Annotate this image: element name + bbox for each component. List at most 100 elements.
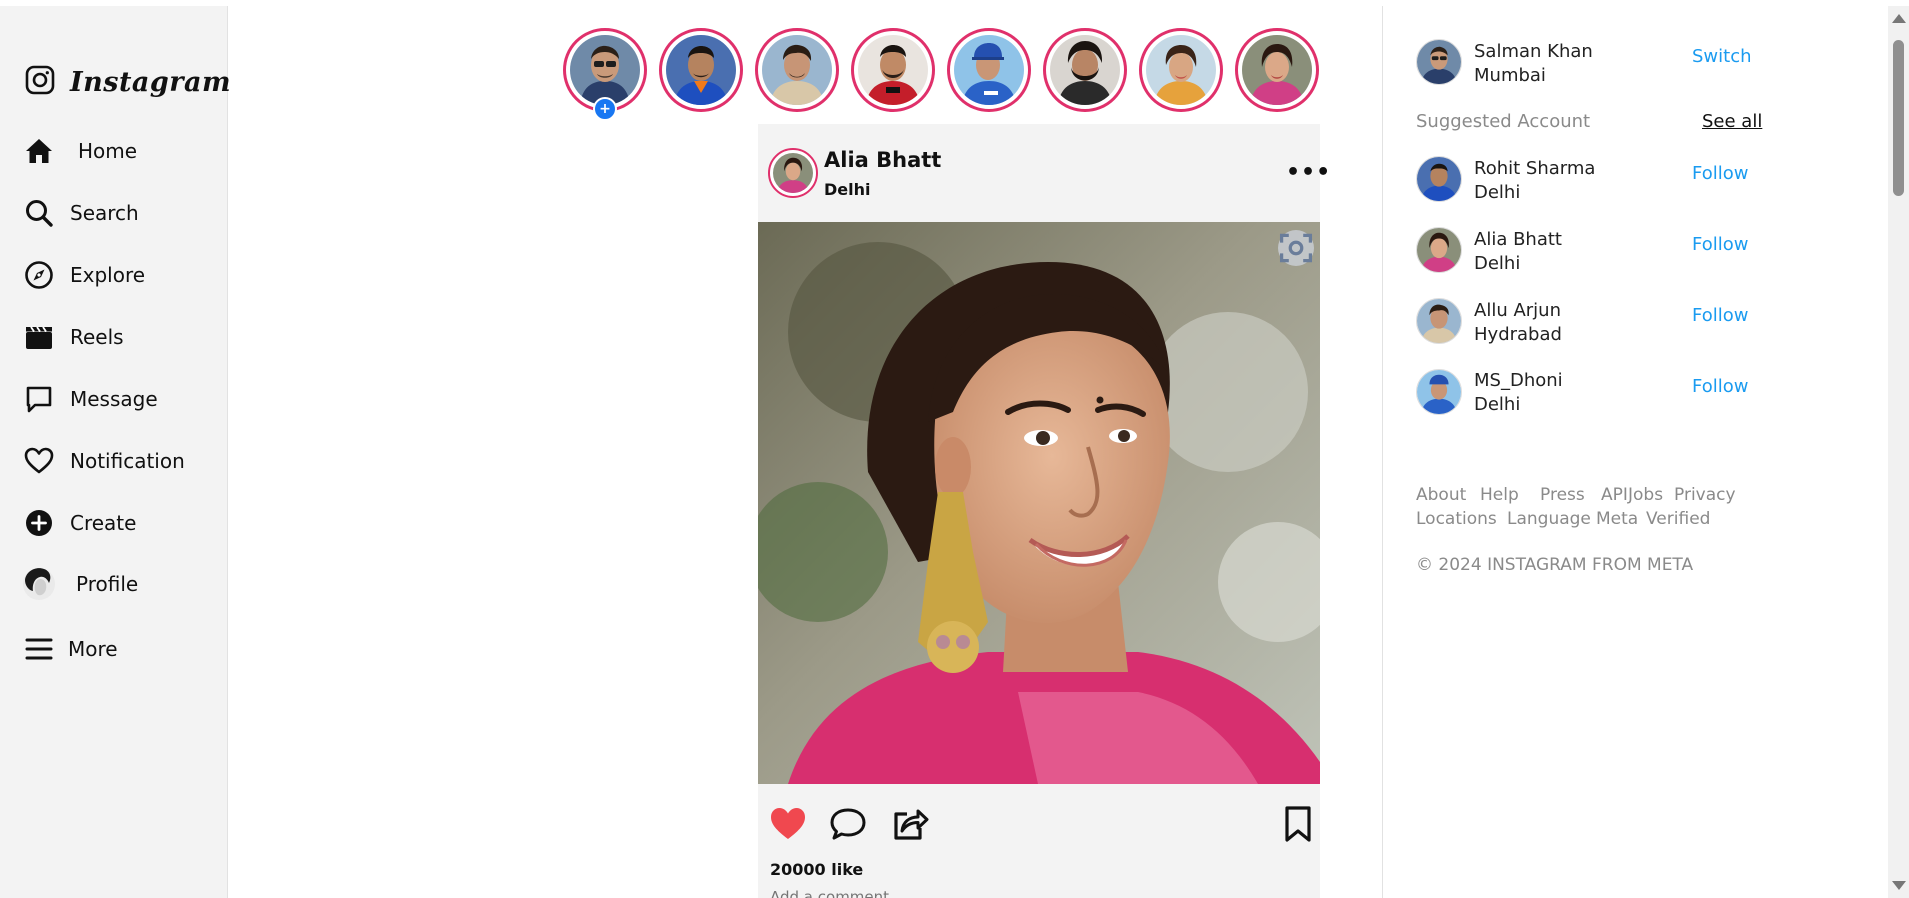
like-button[interactable] xyxy=(768,804,808,844)
logo-text: Instagram xyxy=(70,66,232,98)
sidebar-item-label: More xyxy=(68,637,118,661)
follow-button[interactable]: Follow xyxy=(1692,305,1748,326)
suggested-city: Delhi xyxy=(1474,394,1521,415)
story-avatar xyxy=(1050,35,1120,105)
story-avatar xyxy=(1242,35,1312,105)
plus-circle-icon xyxy=(22,506,56,540)
search-icon xyxy=(22,196,56,230)
post-author-name[interactable]: Alia Bhatt xyxy=(824,148,941,172)
story-item[interactable] xyxy=(1043,28,1127,112)
suggested-name[interactable]: MS_Dhoni xyxy=(1474,370,1563,391)
save-button[interactable] xyxy=(1278,804,1318,844)
follow-button[interactable]: Follow xyxy=(1692,376,1748,397)
scroll-thumb[interactable] xyxy=(1893,40,1904,196)
sidebar-item-reels[interactable]: Reels xyxy=(22,320,124,354)
suggested-avatar[interactable] xyxy=(1416,227,1462,273)
sidebar-item-profile[interactable]: Profile xyxy=(22,566,138,602)
sidebar: Instagram Home Search Explore Reels Mess… xyxy=(0,6,231,898)
story-item[interactable] xyxy=(1139,28,1223,112)
sidebar-item-explore[interactable]: Explore xyxy=(22,258,145,292)
story-avatar xyxy=(954,35,1024,105)
sidebar-item-label: Home xyxy=(78,139,138,163)
heart-icon xyxy=(22,444,56,478)
current-account-city: Mumbai xyxy=(1474,65,1546,86)
suggested-name[interactable]: Alia Bhatt xyxy=(1474,229,1562,250)
footer-link-about[interactable]: About xyxy=(1416,485,1466,505)
page-scrollbar[interactable] xyxy=(1888,6,1909,898)
copyright-text: © 2024 INSTAGRAM FROM META xyxy=(1416,555,1694,575)
sidebar-item-message[interactable]: Message xyxy=(22,382,158,416)
story-avatar xyxy=(1146,35,1216,105)
suggested-title: Suggested Account xyxy=(1416,111,1591,132)
sidebar-item-label: Create xyxy=(70,511,137,535)
footer-link-jobs[interactable]: Jobs xyxy=(1628,485,1663,505)
suggested-city: Delhi xyxy=(1474,253,1521,274)
follow-button[interactable]: Follow xyxy=(1692,163,1748,184)
logo[interactable]: Instagram xyxy=(24,64,231,100)
scroll-down-arrow-icon[interactable] xyxy=(1892,881,1906,890)
sidebar-item-create[interactable]: Create xyxy=(22,506,136,540)
more-options-icon[interactable]: ••• xyxy=(1286,160,1331,185)
compass-icon xyxy=(22,258,56,292)
story-item[interactable] xyxy=(1235,28,1319,112)
story-avatar xyxy=(858,35,928,105)
suggested-avatar[interactable] xyxy=(1416,298,1462,344)
footer-link-language[interactable]: Language xyxy=(1507,509,1591,529)
footer-link-verified[interactable]: Verified xyxy=(1646,509,1710,529)
current-account-name[interactable]: Salman Khan xyxy=(1474,41,1593,62)
sidebar-item-search[interactable]: Search xyxy=(22,196,139,230)
sidebar-item-label: Reels xyxy=(70,325,124,349)
sidebar-item-more[interactable]: More xyxy=(22,632,118,666)
comment-button[interactable] xyxy=(828,804,868,844)
suggested-city: Hydrabad xyxy=(1474,324,1562,345)
story-avatar xyxy=(762,35,832,105)
story-item[interactable] xyxy=(851,28,935,112)
post-image[interactable] xyxy=(758,222,1320,784)
bookmark-icon xyxy=(1278,804,1318,844)
post-card: Alia Bhatt Delhi ••• 20000 like Add a co… xyxy=(758,124,1330,898)
story-avatar xyxy=(666,35,736,105)
story-item[interactable] xyxy=(659,28,743,112)
suggested-city: Delhi xyxy=(1474,182,1521,203)
footer-link-api[interactable]: API xyxy=(1601,485,1628,505)
post-author-avatar[interactable] xyxy=(768,148,818,198)
heart-filled-icon xyxy=(768,804,808,844)
sidebar-item-home[interactable]: Home xyxy=(22,134,137,168)
visual-search-icon[interactable] xyxy=(1278,230,1314,266)
footer-link-meta[interactable]: Meta xyxy=(1596,509,1638,529)
switch-account-button[interactable]: Switch xyxy=(1692,46,1752,67)
scroll-up-arrow-icon[interactable] xyxy=(1892,14,1906,23)
suggested-name[interactable]: Rohit Sharma xyxy=(1474,158,1595,179)
sidebar-item-label: Profile xyxy=(76,572,139,596)
right-panel: Salman Khan Mumbai Switch Suggested Acco… xyxy=(1382,6,1888,898)
hamburger-icon xyxy=(22,632,56,666)
sidebar-item-notification[interactable]: Notification xyxy=(22,444,185,478)
instagram-logo-icon xyxy=(24,64,56,100)
comment-icon xyxy=(828,804,868,844)
footer-link-locations[interactable]: Locations xyxy=(1416,509,1497,529)
suggested-avatar[interactable] xyxy=(1416,369,1462,415)
story-item[interactable] xyxy=(755,28,839,112)
story-avatar xyxy=(570,35,640,105)
like-count: 20000 like xyxy=(770,860,864,879)
clapperboard-icon xyxy=(22,320,56,354)
add-story-button[interactable]: + xyxy=(593,97,617,121)
sidebar-item-label: Message xyxy=(70,387,158,411)
footer-link-help[interactable]: Help xyxy=(1480,485,1519,505)
avatar xyxy=(22,566,56,602)
comment-input[interactable] xyxy=(770,888,1070,898)
sidebar-item-label: Search xyxy=(70,201,139,225)
sidebar-item-label: Notification xyxy=(70,449,185,473)
home-icon xyxy=(22,134,56,168)
see-all-link[interactable]: See all xyxy=(1702,111,1762,132)
follow-button[interactable]: Follow xyxy=(1692,234,1748,255)
current-account-avatar[interactable] xyxy=(1416,39,1462,85)
suggested-name[interactable]: Allu Arjun xyxy=(1474,300,1561,321)
footer-link-privacy[interactable]: Privacy xyxy=(1674,485,1736,505)
message-icon xyxy=(22,382,56,416)
suggested-avatar[interactable] xyxy=(1416,156,1462,202)
story-item[interactable] xyxy=(947,28,1031,112)
share-icon xyxy=(890,804,930,844)
share-button[interactable] xyxy=(890,804,930,844)
footer-link-press[interactable]: Press xyxy=(1540,485,1585,505)
